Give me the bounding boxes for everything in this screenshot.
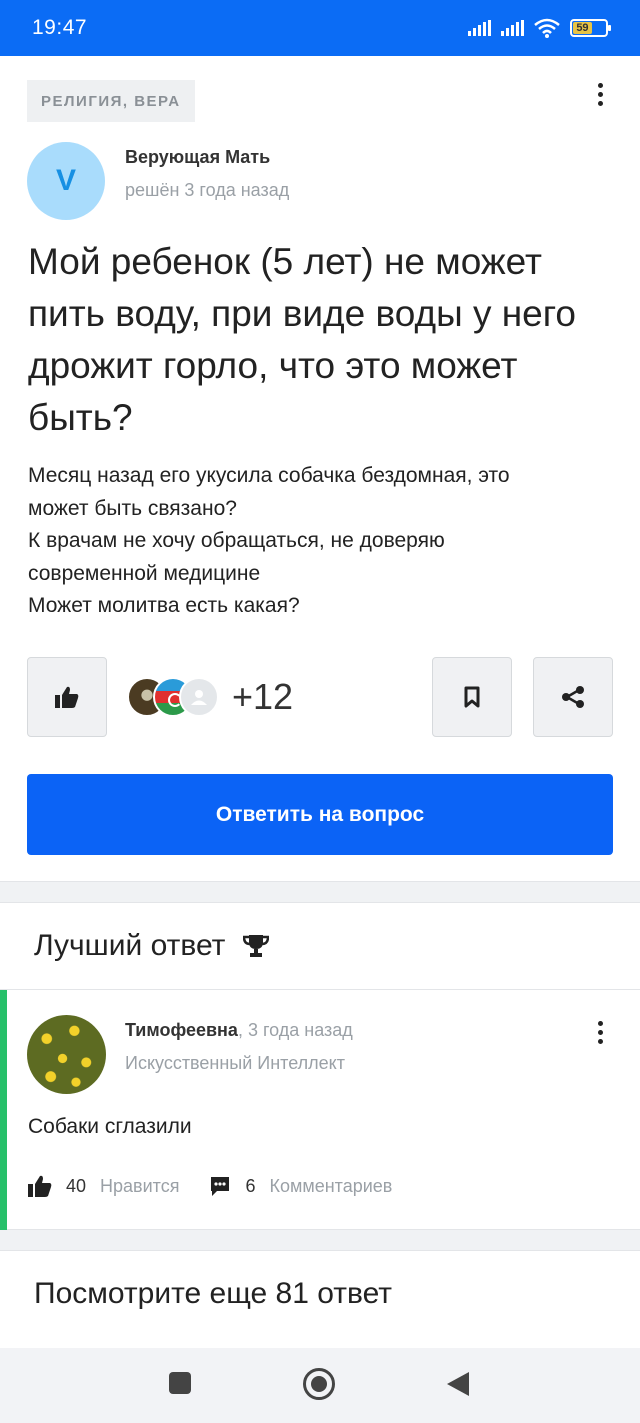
more-answers-card[interactable]: Посмотрите еще 81 ответ (0, 1250, 640, 1350)
status-bar: 19:47 59 (0, 0, 640, 56)
share-icon (562, 686, 584, 708)
avatar[interactable]: V (27, 142, 105, 220)
back-button[interactable] (447, 1372, 469, 1396)
best-answer-header: Лучший ответ (34, 929, 270, 963)
thumbs-up-icon (55, 686, 79, 708)
category-tag[interactable]: РЕЛИГИЯ, ВЕРА (27, 80, 195, 122)
likes-count: 40 (66, 1175, 87, 1196)
question-body-line: Может молитва есть какая? (28, 594, 300, 617)
answer-author-role: Искусственный Интеллект (125, 1053, 345, 1073)
avatar[interactable] (27, 1015, 106, 1094)
comments-count: 6 (245, 1175, 256, 1196)
answer-text: Собаки сглазили (28, 1115, 192, 1138)
divider (0, 989, 640, 990)
voters-avatars[interactable] (127, 677, 219, 719)
comment-icon[interactable] (209, 1175, 231, 1197)
answer-author[interactable]: Тимофеевна (125, 1020, 238, 1040)
answer-actions: 40 Нравится 6 Комментариев (28, 1175, 392, 1197)
share-button[interactable] (533, 657, 613, 737)
answer-time: , 3 года назад (237, 1020, 353, 1040)
question-author[interactable]: Верующая Мать (125, 147, 270, 168)
recents-button[interactable] (169, 1372, 191, 1394)
like-button[interactable] (27, 657, 107, 737)
answer-author-line: Тимофеевна, 3 года назад (125, 1020, 353, 1041)
best-answer-card: Лучший ответ Тимофеевна, 3 года назад Ис… (0, 902, 640, 1230)
trophy-icon (243, 935, 270, 957)
question-body-line: может быть связано? (28, 496, 237, 520)
more-vertical-icon[interactable] (594, 83, 606, 106)
wifi-icon (534, 18, 560, 38)
best-answer-title: Лучший ответ (34, 929, 226, 962)
thumbs-up-icon[interactable] (28, 1175, 52, 1197)
home-button[interactable] (303, 1368, 335, 1400)
signal-icon (501, 20, 524, 36)
system-nav-bar (0, 1348, 640, 1423)
answer-question-button[interactable]: Ответить на вопрос (27, 774, 613, 855)
voters-count[interactable]: +12 (232, 676, 293, 718)
question-meta: решён 3 года назад (125, 180, 290, 200)
user-icon (191, 690, 207, 705)
question-body-line: К врачам не хочу обращаться, не доверяю (28, 529, 445, 552)
more-vertical-icon[interactable] (594, 1021, 606, 1044)
question-body-line: современной медицине (28, 561, 261, 585)
question-title: Мой ребенок (5 лет) не может пить воду, … (28, 241, 577, 438)
more-answers-title[interactable]: Посмотрите еще 81 ответ (34, 1277, 392, 1311)
status-time: 19:47 (32, 16, 88, 39)
like-label[interactable]: Нравится (100, 1176, 179, 1197)
bookmark-button[interactable] (432, 657, 512, 737)
avatar (179, 677, 219, 717)
signal-icon (468, 20, 491, 36)
comments-label[interactable]: Комментариев (269, 1176, 392, 1197)
battery-icon: 59 (570, 19, 611, 37)
bookmark-icon (464, 686, 480, 708)
question-body: Месяц назад его укусила собачка бездомна… (28, 460, 618, 623)
best-answer-accent (0, 990, 7, 1230)
battery-level: 59 (573, 22, 592, 34)
system-icons: 59 (468, 18, 611, 38)
question-card: РЕЛИГИЯ, ВЕРА V Верующая Мать решён 3 го… (0, 56, 640, 882)
question-body-line: Месяц назад его укусила собачка бездомна… (28, 464, 510, 487)
